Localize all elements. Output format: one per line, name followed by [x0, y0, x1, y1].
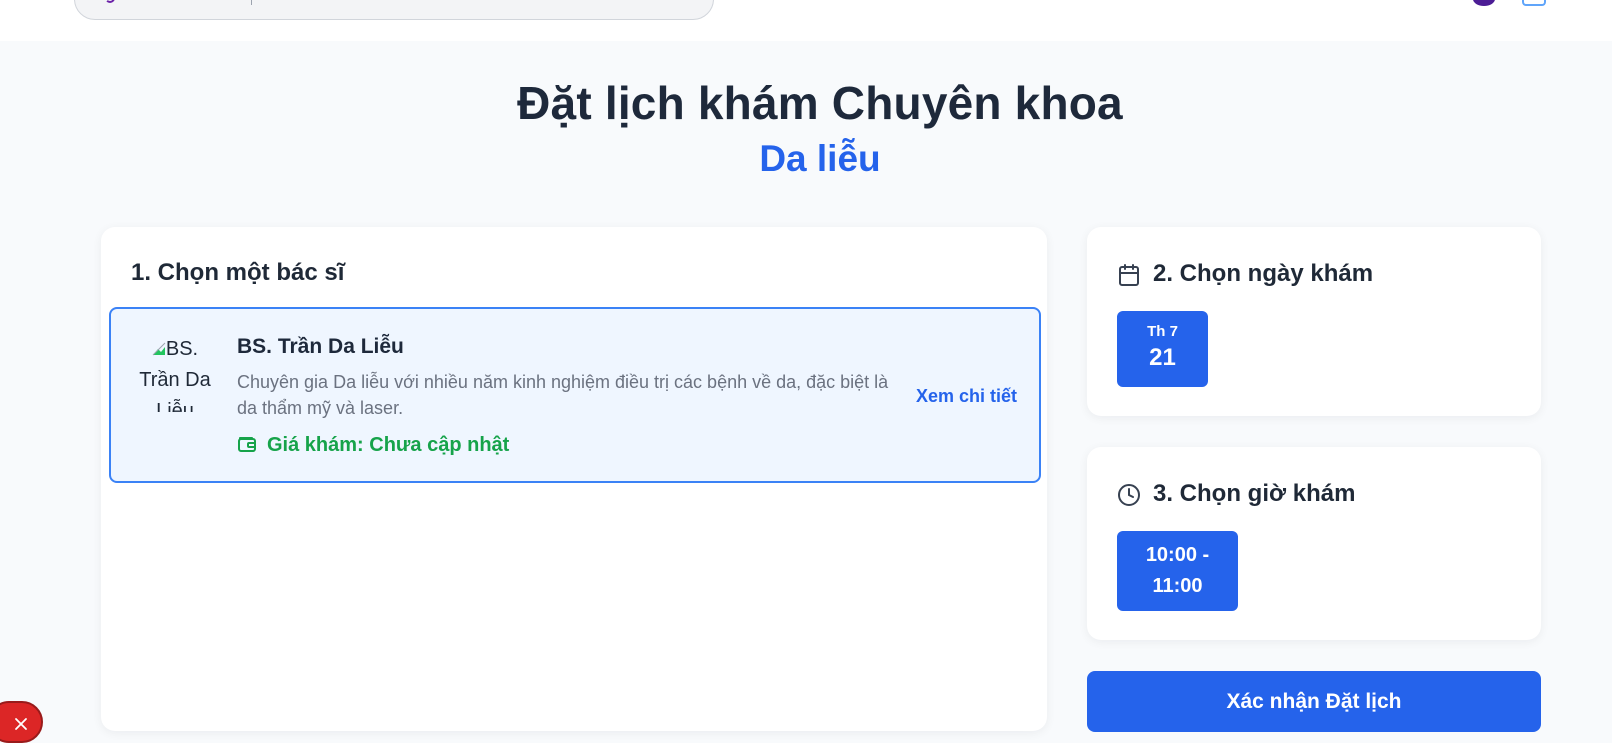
doctor-avatar: BS. Trần Da Liễu — [133, 334, 217, 412]
date-day-of-week: Th 7 — [1147, 323, 1178, 340]
search-input[interactable] — [251, 0, 252, 5]
date-day-number: 21 — [1149, 344, 1176, 371]
search-bar[interactable] — [74, 0, 714, 20]
calendar-icon — [1119, 264, 1139, 286]
time-selection-card: 3. Chọn giờ khám 10:00 - 11:00 — [1087, 447, 1541, 640]
doctor-section-title: 1. Chọn một bác sĩ — [131, 259, 345, 286]
page-title: Đặt lịch khám Chuyên khoa — [517, 77, 1123, 129]
top-nav-links[interactable] — [870, 0, 1430, 4]
doctor-price-text: Giá khám: Chưa cập nhật — [267, 434, 510, 456]
time-slot-button[interactable]: 10:00 - 11:00 — [1117, 531, 1238, 611]
doctor-list-item[interactable]: BS. Trần Da Liễu BS. Trần Da Liễu Chuyên… — [109, 307, 1041, 483]
wallet-icon — [238, 437, 256, 452]
doctor-price: Giá khám: Chưa cập nhật — [237, 434, 509, 460]
time-section-title: 3. Chọn giờ khám — [1153, 480, 1356, 507]
view-details-link[interactable]: Xem chi tiết — [916, 386, 1017, 407]
doctor-avatar-alt: BS. Trần Da Liễu — [139, 338, 211, 412]
chat-widget-button[interactable] — [0, 701, 43, 743]
broken-image-icon — [152, 342, 166, 356]
close-icon[interactable] — [14, 717, 28, 731]
search-icon — [105, 0, 115, 3]
date-option-button[interactable]: Th 7 21 — [1117, 311, 1208, 387]
date-selection-card: 2. Chọn ngày khám Th 7 21 — [1087, 227, 1541, 416]
confirm-booking-button[interactable]: Xác nhận Đặt lịch — [1087, 671, 1541, 732]
clock-icon — [1118, 484, 1140, 506]
top-navbar — [0, 0, 1612, 41]
doctor-selection-card: 1. Chọn một bác sĩ BS. Trần Da Liễu BS. … — [101, 227, 1047, 731]
specialty-subtitle: Da liễu — [759, 138, 881, 179]
doctor-name: BS. Trần Da Liễu — [237, 335, 404, 358]
cart-icon[interactable] — [1522, 0, 1546, 6]
user-icon[interactable] — [1473, 0, 1495, 6]
date-section-title: 2. Chọn ngày khám — [1153, 260, 1374, 287]
doctor-description: Chuyên gia Da liễu với nhiều năm kinh ng… — [237, 372, 889, 418]
